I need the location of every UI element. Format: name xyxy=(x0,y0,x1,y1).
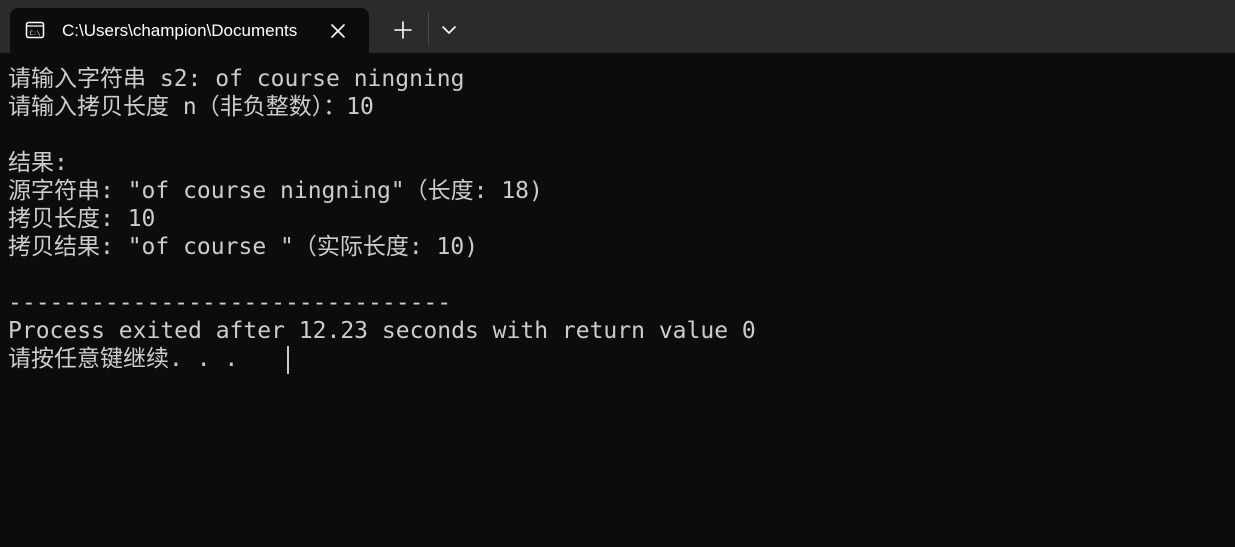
tab-title: C:\Users\champion\Documents xyxy=(62,21,298,40)
console-line: 拷贝结果: "of course "（实际长度: 10) xyxy=(8,234,479,260)
console-output[interactable]: 请输入字符串 s2: of course ningning 请输入拷贝长度 n（… xyxy=(0,53,1235,547)
console-line: 请输入字符串 s2: of course ningning xyxy=(8,66,465,92)
console-line: 结果: xyxy=(8,150,68,176)
plus-icon[interactable] xyxy=(390,17,416,43)
tab-separator xyxy=(428,12,429,45)
console-line: Process exited after 12.23 seconds with … xyxy=(8,318,756,344)
text-cursor xyxy=(287,346,289,374)
console-line: 源字符串: "of course ningning"（长度: 18) xyxy=(8,178,543,204)
title-bar: C:\ C:\Users\champion\Documents xyxy=(0,0,1235,53)
close-icon[interactable] xyxy=(326,19,350,43)
terminal-tab[interactable]: C:\ C:\Users\champion\Documents xyxy=(10,8,369,53)
chevron-down-icon[interactable] xyxy=(437,17,461,43)
console-line: -------------------------------- xyxy=(8,290,452,316)
console-icon: C:\ xyxy=(25,21,45,39)
svg-text:C:\: C:\ xyxy=(30,30,41,37)
console-line: 请按任意键继续. . . xyxy=(8,346,239,372)
console-line: 拷贝长度: 10 xyxy=(8,206,156,232)
console-line: 请输入拷贝长度 n（非负整数）：10 xyxy=(8,94,374,120)
